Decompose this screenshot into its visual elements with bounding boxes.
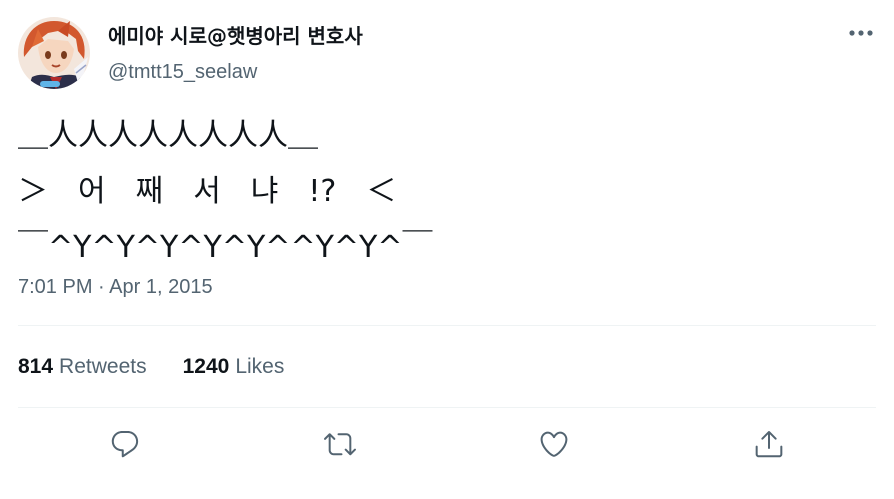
likes-label: Likes — [235, 355, 285, 378]
tweet-text-line-3: ￣^Y^Y^Y^Y^Y^^Y^Y^￣ — [18, 230, 433, 265]
likes-stat[interactable]: 1240 Likes — [183, 353, 285, 381]
author-handle[interactable]: @tmtt15_seelaw — [108, 58, 257, 86]
retweet-button[interactable] — [320, 424, 360, 464]
like-button[interactable] — [534, 424, 574, 464]
tweet-stats: 814 Retweets 1240 Likes — [18, 353, 284, 381]
tweet-text: ＿人人人人人人人人＿ ＞ 어 째 서 냐 !? ＜ ￣^Y^Y^Y^Y^Y^^Y… — [18, 108, 878, 276]
tweet-text-line-2: ＞ 어 째 서 냐 !? ＜ — [18, 174, 397, 209]
tweet-text-line-1: ＿人人人人人人人人＿ — [18, 118, 318, 153]
heart-icon — [540, 431, 568, 457]
likes-count: 1240 — [182, 355, 230, 378]
reply-button[interactable] — [105, 424, 145, 464]
author-display-name[interactable]: 에미야 시로@햇병아리 변호사 — [108, 22, 363, 50]
retweets-stat[interactable]: 814 Retweets — [18, 353, 147, 381]
share-icon — [755, 431, 783, 458]
more-horizontal-icon — [849, 30, 873, 36]
divider — [18, 325, 876, 326]
retweet-icon — [324, 433, 356, 456]
reply-icon — [111, 430, 139, 458]
more-options-button[interactable] — [846, 22, 876, 44]
tweet-timestamp[interactable]: 7:01 PM · Apr 1, 2015 — [18, 273, 213, 301]
avatar-image — [18, 17, 90, 89]
avatar[interactable] — [18, 17, 90, 89]
share-button[interactable] — [749, 424, 789, 464]
retweets-label: Retweets — [59, 355, 147, 378]
divider — [18, 407, 876, 408]
retweets-count: 814 — [18, 355, 54, 378]
